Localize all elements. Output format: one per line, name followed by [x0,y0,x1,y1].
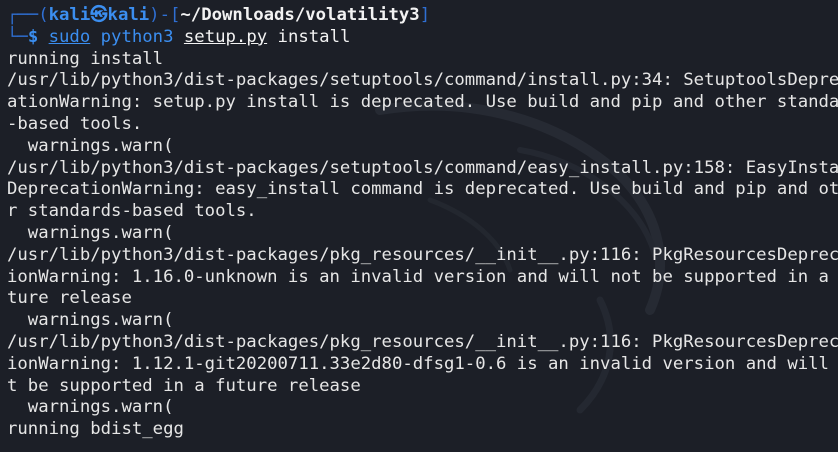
output-line: /usr/lib/python3/dist-packages/setuptool… [7,157,838,178]
prompt-header-line: ┌──(kali㉿kali)-[~/Downloads/volatility3] [7,5,838,27]
output-line: warnings.warn( [7,310,174,331]
output-line: running install [7,48,164,69]
output-line: r standards-based tools. [7,201,257,222]
output-line: ture release [7,288,132,309]
prompt-host: kali [107,5,150,25]
prompt-frame-open: ┌──( [7,5,49,25]
output-line: ionWarning: 1.16.0-unknown is an invalid… [7,266,838,287]
output-line: DeprecationWarning: easy_install command… [7,179,838,200]
output-line: running bdist_egg [7,419,184,440]
output-line: warnings.warn( [7,222,174,243]
output-line: warnings.warn( [7,135,174,156]
command-install: install [277,26,351,47]
output-line: ionWarning: 1.12.1-git20200711.33e2d80-d… [7,353,838,374]
command-argument: setup.py [183,26,268,47]
prompt-frame-mid: )-[ [149,5,181,25]
prompt-user: kali [48,5,91,25]
prompt-path: ~/Downloads/volatility3 [180,5,420,25]
terminal-window[interactable]: ┌──(kali㉿kali)-[~/Downloads/volatility3]… [0,0,838,452]
command-python: python3 [100,26,174,47]
output-line: warnings.warn( [7,397,174,418]
prompt-dollar: $ [27,26,39,47]
terminal-content: ┌──(kali㉿kali)-[~/Downloads/volatility3]… [7,5,838,441]
command-line[interactable]: └─$ sudo python3 setup.py install [7,27,838,49]
kali-skull-icon: ㉿ [90,5,108,25]
prompt-frame-bottom: └─ [7,26,28,47]
output-line: /usr/lib/python3/dist-packages/pkg_resou… [7,244,838,265]
output-line: /usr/lib/python3/dist-packages/setuptool… [7,70,838,91]
prompt-frame-close: ] [419,5,431,25]
output-line: /usr/lib/python3/dist-packages/pkg_resou… [7,331,838,352]
command-sudo: sudo [48,26,91,47]
output-line: ationWarning: setup.py install is deprec… [7,92,838,113]
output-line: -based tools. [7,113,143,134]
output-line: t be supported in a future release [7,375,361,396]
